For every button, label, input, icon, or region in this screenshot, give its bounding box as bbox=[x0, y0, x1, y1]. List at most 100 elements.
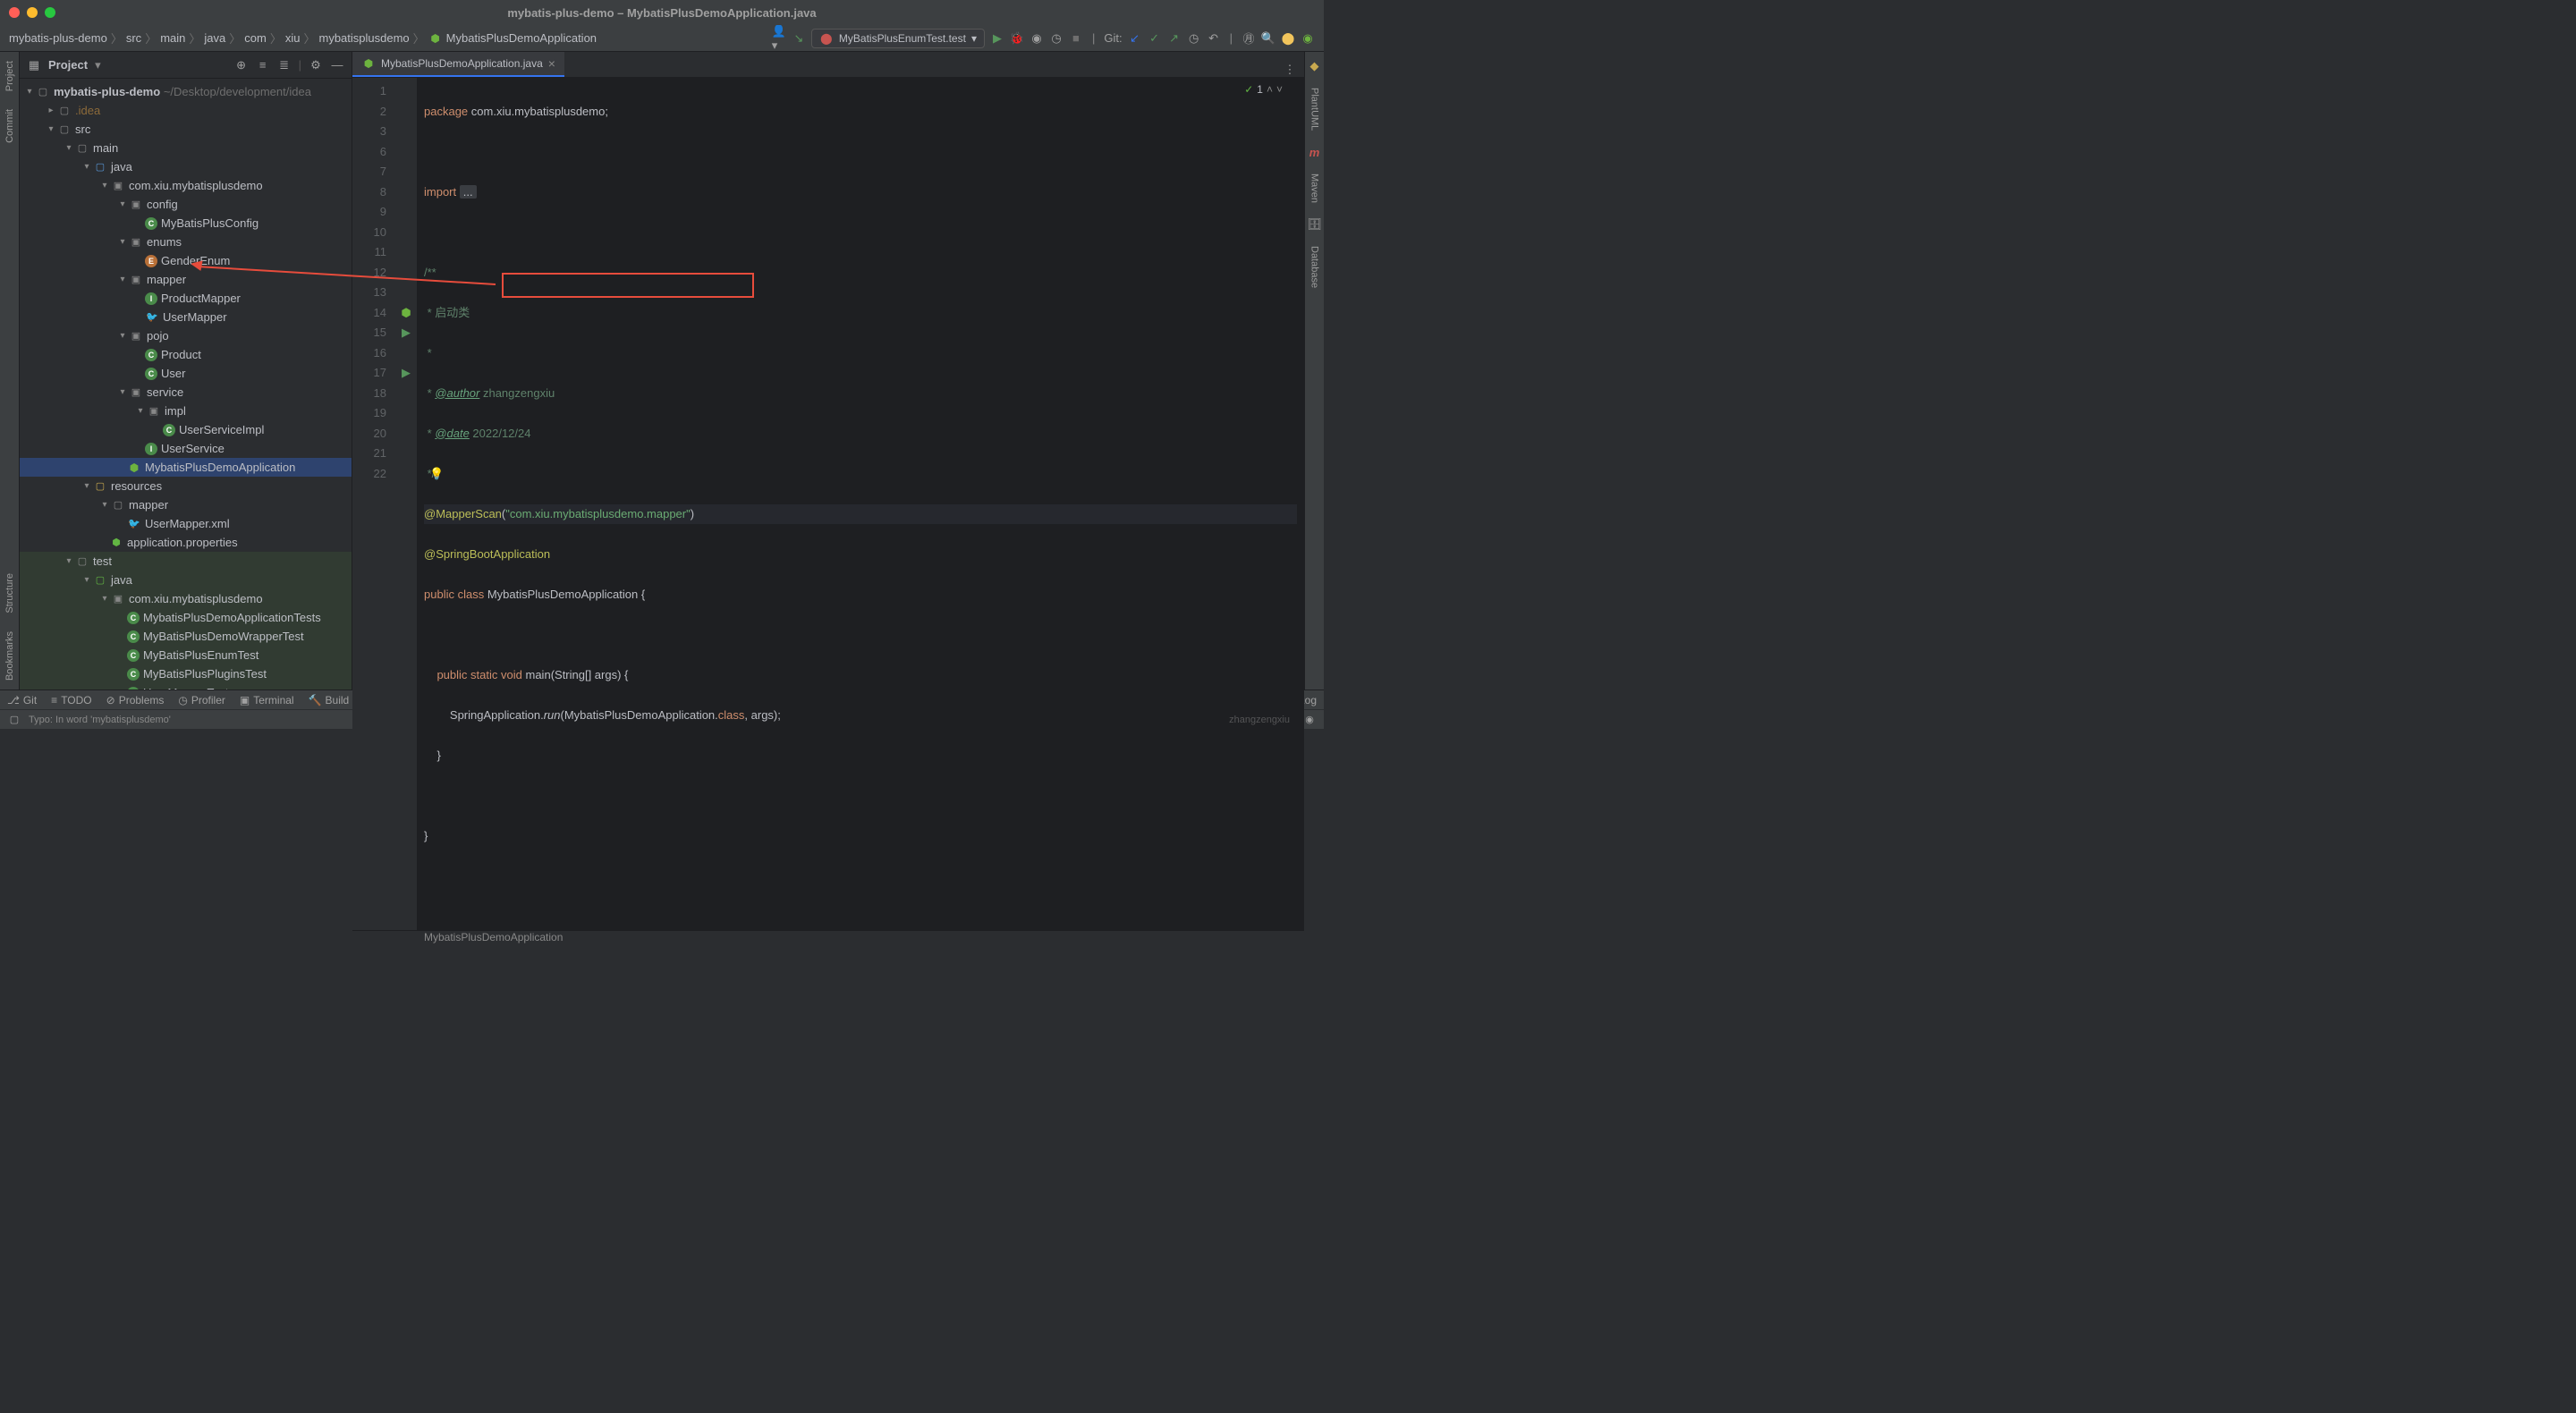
breadcrumb-item[interactable]: java bbox=[204, 31, 225, 45]
translate-icon[interactable]: ㊊ bbox=[1241, 31, 1256, 46]
chevron-down-icon[interactable]: ▾ bbox=[95, 58, 101, 72]
database-tool-button[interactable]: Database bbox=[1309, 246, 1320, 288]
breadcrumb-item[interactable]: MybatisPlusDemoApplication bbox=[446, 31, 597, 45]
tree-node-resources[interactable]: ▾▢resources bbox=[20, 477, 352, 495]
tree-node-impl[interactable]: ▾▣impl bbox=[20, 402, 352, 420]
plantuml-tool-button[interactable]: PlantUML bbox=[1309, 88, 1320, 131]
tree-node-mapper-res[interactable]: ▾▢mapper bbox=[20, 495, 352, 514]
code-text[interactable]: package com.xiu.mybatisplusdemo; import … bbox=[417, 78, 1304, 930]
tree-item-class[interactable]: CMyBatisPlusConfig bbox=[20, 214, 352, 233]
tree-item-application[interactable]: ⬢MybatisPlusDemoApplication bbox=[20, 458, 352, 477]
editor-breadcrumb[interactable]: MybatisPlusDemoApplication bbox=[352, 930, 1304, 943]
build-tool-button[interactable]: 🔨Build bbox=[309, 694, 350, 706]
tree-node-test-pkg[interactable]: ▾▣com.xiu.mybatisplusdemo bbox=[20, 589, 352, 608]
collapse-all-icon[interactable]: ≣ bbox=[277, 58, 292, 72]
maximize-icon[interactable] bbox=[45, 7, 55, 18]
tree-item-xml[interactable]: 🐦UserMapper.xml bbox=[20, 514, 352, 533]
tree-item-test-class[interactable]: CMyBatisPlusEnumTest bbox=[20, 646, 352, 664]
tree-node-idea[interactable]: ▸▢.idea bbox=[20, 101, 352, 120]
select-opened-icon[interactable]: ⊕ bbox=[234, 58, 249, 72]
avatar-icon[interactable]: ◉ bbox=[1301, 31, 1315, 46]
memory-indicator-icon[interactable]: ◉ bbox=[1302, 713, 1317, 727]
todo-tool-button[interactable]: ≡TODO bbox=[51, 694, 91, 706]
terminal-tool-button[interactable]: ▣Terminal bbox=[240, 694, 294, 706]
expand-all-icon[interactable]: ≡ bbox=[256, 58, 270, 72]
sidebar-title[interactable]: Project bbox=[48, 58, 88, 72]
tree-item-interface[interactable]: 🐦UserMapper bbox=[20, 308, 352, 326]
tree-node-main[interactable]: ▾▢main bbox=[20, 139, 352, 157]
update-icon[interactable]: ↙ bbox=[1128, 31, 1142, 46]
profile-icon[interactable]: ◷ bbox=[1049, 31, 1063, 46]
bookmarks-tool-button[interactable]: Bookmarks bbox=[4, 631, 15, 681]
minimize-icon[interactable] bbox=[27, 7, 38, 18]
breadcrumb-item[interactable]: mybatisplusdemo bbox=[319, 31, 410, 45]
breadcrumb-item[interactable]: src bbox=[126, 31, 141, 45]
spring-gutter-icon[interactable]: ⬢ bbox=[395, 303, 417, 324]
tree-item-test-class[interactable]: CMyBatisPlusDemoWrapperTest bbox=[20, 627, 352, 646]
hammer-icon[interactable]: ↘ bbox=[792, 31, 806, 46]
maven-tool-button[interactable]: Maven bbox=[1309, 173, 1320, 203]
tree-node-package[interactable]: ▾▣com.xiu.mybatisplusdemo bbox=[20, 176, 352, 195]
push-icon[interactable]: ↗ bbox=[1167, 31, 1182, 46]
tool-window-icon[interactable]: ▢ bbox=[7, 713, 21, 727]
run-gutter-icon[interactable]: ▶ bbox=[395, 363, 417, 384]
tree-item-test-class[interactable]: CMybatisPlusDemoApplicationTests bbox=[20, 608, 352, 627]
close-tab-icon[interactable]: × bbox=[548, 56, 555, 71]
tree-node-config[interactable]: ▾▣config bbox=[20, 195, 352, 214]
rollback-icon[interactable]: ↶ bbox=[1207, 31, 1221, 46]
database-icon[interactable]: 🗄 bbox=[1308, 217, 1322, 232]
tree-node-pojo[interactable]: ▾▣pojo bbox=[20, 326, 352, 345]
bulb-icon[interactable]: 💡 bbox=[429, 467, 444, 480]
project-tool-button[interactable]: Project bbox=[4, 61, 15, 91]
tree-item-enum[interactable]: EGenderEnum bbox=[20, 251, 352, 270]
tree-item-class[interactable]: CUser bbox=[20, 364, 352, 383]
tree-item-interface[interactable]: IProductMapper bbox=[20, 289, 352, 308]
breadcrumb[interactable]: mybatis-plus-demo〉 src〉 main〉 java〉 com〉… bbox=[9, 30, 597, 47]
tree-node-service[interactable]: ▾▣service bbox=[20, 383, 352, 402]
tree-item-class[interactable]: CProduct bbox=[20, 345, 352, 364]
tree-node-test-java[interactable]: ▾▢java bbox=[20, 571, 352, 589]
git-tool-button[interactable]: ⎇Git bbox=[7, 694, 37, 706]
editor-tab[interactable]: ⬢ MybatisPlusDemoApplication.java × bbox=[352, 52, 564, 77]
tree-item-interface[interactable]: IUserService bbox=[20, 439, 352, 458]
tree-node-test[interactable]: ▾▢test bbox=[20, 552, 352, 571]
coverage-icon[interactable]: ◉ bbox=[1030, 31, 1044, 46]
hide-icon[interactable]: — bbox=[330, 58, 344, 72]
search-icon[interactable]: 🔍 bbox=[1261, 31, 1275, 46]
close-icon[interactable] bbox=[9, 7, 20, 18]
gear-icon[interactable]: ⚙ bbox=[309, 58, 323, 72]
tree-item-test-class[interactable]: CUserMapperTest bbox=[20, 683, 352, 690]
profiler-tool-button[interactable]: ◷Profiler bbox=[178, 694, 225, 706]
problems-tool-button[interactable]: ⊘Problems bbox=[106, 694, 165, 706]
breadcrumb-item[interactable]: mybatis-plus-demo bbox=[9, 31, 107, 45]
project-tree[interactable]: ▾▢ mybatis-plus-demo ~/Desktop/developme… bbox=[20, 79, 352, 690]
tree-node-src[interactable]: ▾▢src bbox=[20, 120, 352, 139]
maven-icon[interactable]: m bbox=[1308, 145, 1322, 159]
ide-settings-icon[interactable]: ⬤ bbox=[1281, 31, 1295, 46]
tree-node-java[interactable]: ▾▢java bbox=[20, 157, 352, 176]
user-icon[interactable]: 👤▾ bbox=[772, 31, 786, 46]
tree-item-test-class[interactable]: CMyBatisPlusPluginsTest bbox=[20, 664, 352, 683]
plantuml-icon[interactable]: ◆ bbox=[1308, 59, 1322, 73]
history-icon[interactable]: ◷ bbox=[1187, 31, 1201, 46]
debug-icon[interactable]: 🐞 bbox=[1010, 31, 1024, 46]
tree-root[interactable]: ▾▢ mybatis-plus-demo ~/Desktop/developme… bbox=[20, 82, 352, 101]
breadcrumb-item[interactable]: com bbox=[244, 31, 267, 45]
tree-node-mapper[interactable]: ▾▣mapper bbox=[20, 270, 352, 289]
commit-tool-button[interactable]: Commit bbox=[4, 109, 15, 143]
chevron-down-icon[interactable]: ˅ bbox=[1276, 83, 1283, 96]
code-editor[interactable]: 123678910111213141516171819202122 ⬢ ▶ ▶ … bbox=[352, 78, 1304, 930]
tree-item-properties[interactable]: ⬢application.properties bbox=[20, 533, 352, 552]
more-icon[interactable]: ⋮ bbox=[1283, 63, 1297, 77]
structure-tool-button[interactable]: Structure bbox=[4, 573, 15, 613]
chevron-up-icon[interactable]: ˄ bbox=[1267, 83, 1273, 96]
inspection-badge[interactable]: ✓ 1 ˄ ˅ bbox=[1244, 83, 1283, 96]
run-gutter-icon[interactable]: ▶ bbox=[395, 323, 417, 343]
tree-item-class[interactable]: CUserServiceImpl bbox=[20, 420, 352, 439]
breadcrumb-item[interactable]: main bbox=[160, 31, 185, 45]
stop-icon[interactable]: ■ bbox=[1069, 31, 1083, 46]
breadcrumb-item[interactable]: xiu bbox=[285, 31, 301, 45]
run-config-selector[interactable]: ⬤ MyBatisPlusEnumTest.test ▾ bbox=[811, 29, 985, 48]
run-icon[interactable]: ▶ bbox=[990, 31, 1004, 46]
tree-node-enums[interactable]: ▾▣enums bbox=[20, 233, 352, 251]
